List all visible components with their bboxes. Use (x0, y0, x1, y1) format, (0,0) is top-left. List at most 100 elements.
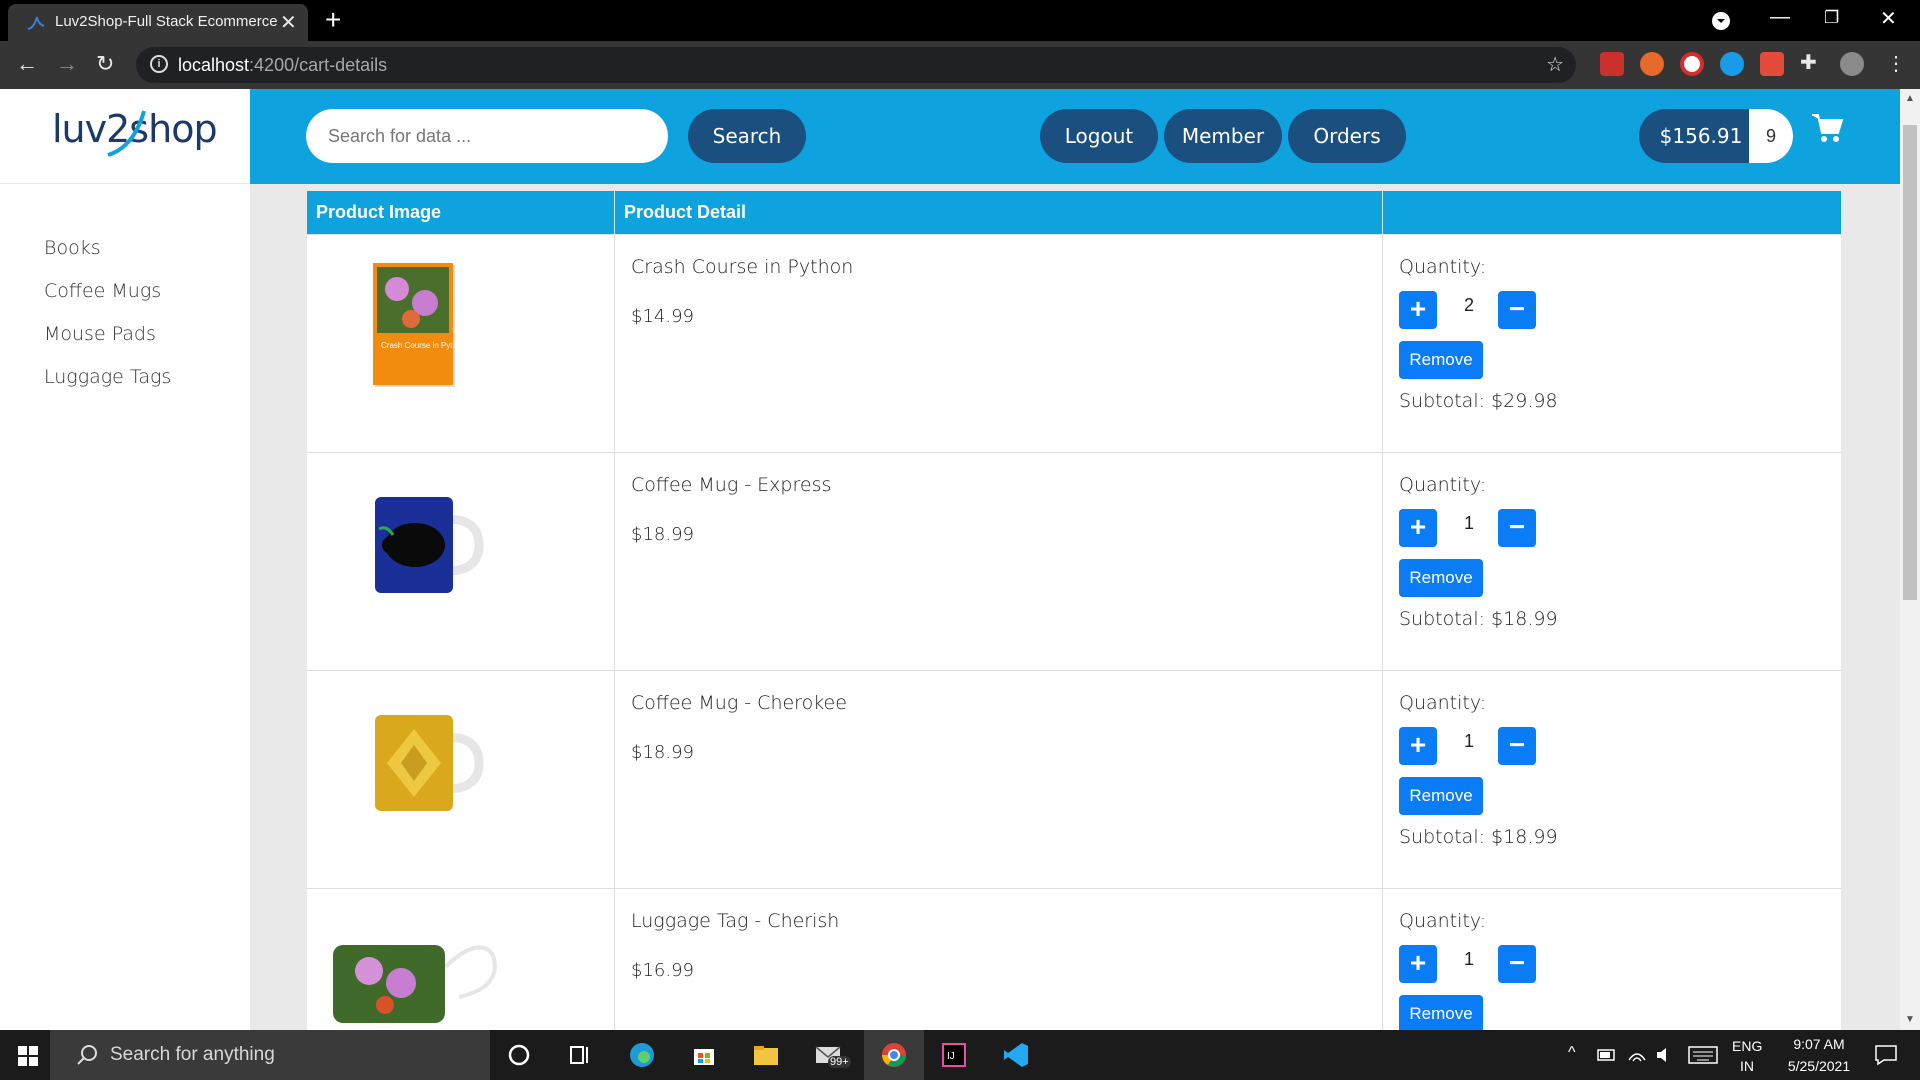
product-image-mug-express[interactable] (367, 489, 487, 599)
address-bar[interactable]: i localhost:4200/cart-details ☆ (136, 47, 1576, 83)
sidebar-item-coffee-mugs[interactable]: Coffee Mugs (44, 280, 171, 323)
browser-tab[interactable]: Luv2Shop-Full Stack Ecommerce ✕ (8, 4, 308, 41)
increment-button[interactable]: + (1399, 945, 1437, 983)
product-name[interactable]: Luggage Tag - Cherish (631, 910, 839, 932)
clock-time[interactable]: 9:07 AM (1784, 1036, 1854, 1052)
product-image-mug-cherokee[interactable] (367, 707, 487, 817)
shield-extension-icon[interactable] (1680, 52, 1704, 76)
avatar[interactable] (1840, 52, 1864, 76)
keyboard-icon[interactable] (1688, 1046, 1718, 1064)
scroll-up-icon[interactable]: ▲ (1905, 93, 1915, 104)
wifi-icon[interactable] (1626, 1044, 1648, 1066)
windows-taskbar: Search for anything 99+ IJ ^ ENG IN 9:07… (0, 1030, 1920, 1080)
chrome-icon[interactable] (880, 1041, 908, 1069)
region-indicator[interactable]: IN (1740, 1058, 1754, 1074)
decrement-button[interactable]: − (1498, 945, 1536, 983)
minimize-icon[interactable]: — (1770, 6, 1790, 29)
remove-button[interactable]: Remove (1399, 559, 1483, 597)
calendar-extension-icon[interactable] (1760, 52, 1784, 76)
remove-button[interactable]: Remove (1399, 777, 1483, 815)
plus-icon: + (1409, 511, 1427, 542)
store-icon[interactable] (690, 1041, 718, 1069)
increment-button[interactable]: + (1399, 727, 1437, 765)
increment-button[interactable]: + (1399, 291, 1437, 329)
new-tab-icon[interactable]: + (325, 4, 341, 36)
product-image-cell (307, 453, 615, 671)
notifications-icon[interactable] (1874, 1044, 1898, 1066)
tab-title: Luv2Shop-Full Stack Ecommerce (55, 13, 278, 30)
task-view-icon[interactable] (566, 1041, 594, 1069)
file-explorer-icon[interactable] (752, 1041, 780, 1069)
decrement-button[interactable]: − (1498, 727, 1536, 765)
quantity-cell: Quantity: + 1 − Remove (1383, 889, 1841, 1030)
windows-start-icon[interactable] (18, 1046, 38, 1066)
minus-icon: − (1508, 293, 1526, 324)
quantity-value: 1 (1463, 949, 1474, 969)
language-indicator[interactable]: ENG (1732, 1038, 1762, 1054)
pocket-extension-icon[interactable] (1600, 52, 1624, 76)
volume-icon[interactable] (1654, 1044, 1676, 1066)
member-button[interactable]: Member (1164, 109, 1282, 163)
vscode-icon[interactable] (1002, 1041, 1030, 1069)
product-image-luggage-tag[interactable] (329, 925, 509, 1025)
close-window-icon[interactable]: ✕ (1880, 6, 1897, 31)
search-input[interactable] (306, 109, 668, 163)
taskbar-search[interactable]: Search for anything (50, 1030, 490, 1080)
remove-button[interactable]: Remove (1399, 341, 1483, 379)
sidebar-item-luggage-tags[interactable]: Luggage Tags (44, 366, 171, 409)
scrollbar-thumb[interactable] (1903, 125, 1917, 600)
cart-quantity-badge[interactable]: 9 (1749, 109, 1793, 163)
header: Search Logout Member Orders $156.91 9 (250, 89, 1900, 184)
search-icon (77, 1045, 97, 1065)
cart-total[interactable]: $156.91 (1639, 109, 1763, 163)
shopping-cart-icon[interactable] (1810, 111, 1844, 145)
profile-menu-icon[interactable] (1712, 12, 1730, 30)
product-detail-cell: Crash Course in Python $14.99 (615, 235, 1383, 453)
site-info-icon[interactable]: i (150, 55, 168, 73)
cortana-icon[interactable] (505, 1041, 533, 1069)
close-tab-icon[interactable]: ✕ (280, 10, 297, 35)
battery-icon[interactable] (1596, 1044, 1618, 1066)
logo[interactable]: luv2shop (0, 89, 250, 184)
plus-icon: + (1409, 947, 1427, 978)
search-button[interactable]: Search (688, 109, 806, 163)
bookmark-star-icon[interactable]: ☆ (1546, 52, 1564, 77)
page-scrollbar[interactable]: ▲ ▼ (1900, 89, 1920, 1030)
browser-menu-icon[interactable]: ⋮ (1886, 51, 1906, 76)
clock-date[interactable]: 5/25/2021 (1776, 1058, 1862, 1074)
product-name[interactable]: Coffee Mug - Cherokee (631, 692, 847, 714)
sidebar-item-mouse-pads[interactable]: Mouse Pads (44, 323, 171, 366)
product-image-cell (307, 889, 615, 1030)
show-hidden-icons[interactable]: ^ (1568, 1044, 1576, 1062)
product-name[interactable]: Coffee Mug - Express (631, 474, 831, 496)
scroll-down-icon[interactable]: ▼ (1905, 1014, 1915, 1025)
subtotal: Subtotal: $18.99 (1399, 826, 1558, 848)
orders-button[interactable]: Orders (1288, 109, 1406, 163)
url-text: localhost:4200/cart-details (178, 55, 388, 75)
fire-extension-icon[interactable] (1640, 52, 1664, 76)
quantity-label: Quantity: (1399, 692, 1487, 714)
header-product-image: Product Image (307, 191, 615, 234)
product-image-book[interactable]: Crash Course in Python (371, 263, 457, 389)
minus-icon: − (1508, 729, 1526, 760)
product-image-cell (307, 671, 615, 889)
book-cover-title: Crash Course in Python (381, 341, 457, 350)
increment-button[interactable]: + (1399, 509, 1437, 547)
decrement-button[interactable]: − (1498, 291, 1536, 329)
forward-icon[interactable]: → (56, 51, 78, 77)
extensions-puzzle-icon[interactable]: ✚ (1800, 50, 1817, 75)
back-icon[interactable]: ← (16, 51, 38, 77)
bird-extension-icon[interactable] (1720, 52, 1744, 76)
product-price: $18.99 (631, 524, 694, 545)
sidebar-item-books[interactable]: Books (44, 237, 171, 280)
edge-icon[interactable] (628, 1041, 656, 1069)
intellij-icon[interactable]: IJ (940, 1041, 968, 1069)
cart-table: Product Image Product Detail Crash Cours… (307, 191, 1841, 1030)
taskbar-search-text: Search for anything (110, 1044, 275, 1065)
product-name[interactable]: Crash Course in Python (631, 256, 853, 278)
decrement-button[interactable]: − (1498, 509, 1536, 547)
logout-button[interactable]: Logout (1040, 109, 1158, 163)
restore-icon[interactable]: ❐ (1824, 8, 1839, 28)
reload-icon[interactable]: ↻ (96, 51, 114, 77)
remove-button[interactable]: Remove (1399, 995, 1483, 1030)
